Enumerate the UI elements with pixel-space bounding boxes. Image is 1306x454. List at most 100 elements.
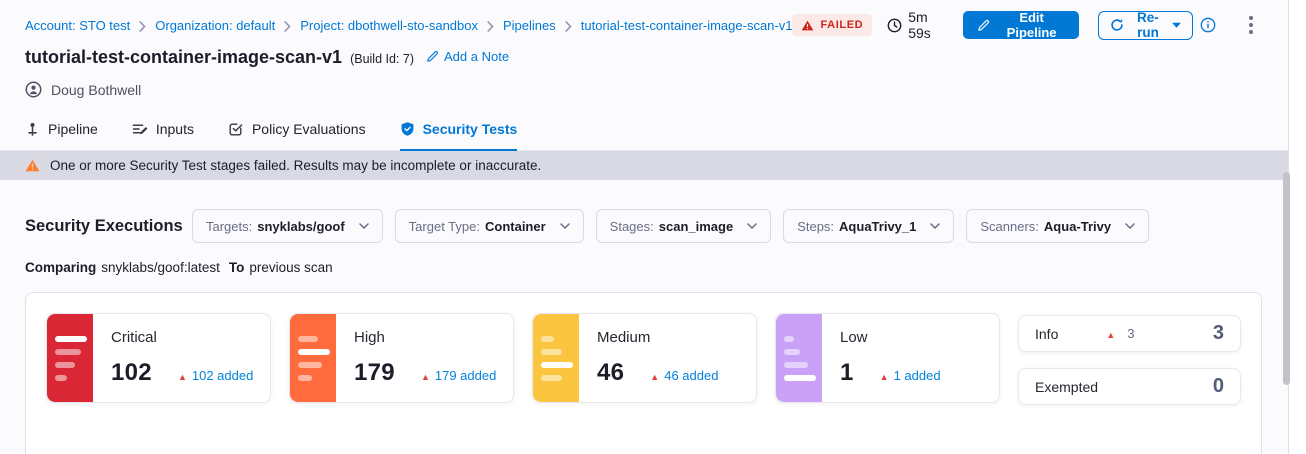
chevron-down-icon (359, 223, 369, 229)
medium-severity-icon (533, 314, 579, 402)
pipeline-icon (25, 122, 40, 137)
breadcrumb-account[interactable]: Account: STO test (25, 18, 130, 33)
high-severity-icon (290, 314, 336, 402)
tab-pipeline[interactable]: Pipeline (25, 121, 98, 150)
severity-count: 102 (111, 359, 152, 387)
comparing-line: Comparing snyklabs/goof:latest To previous … (25, 260, 1288, 275)
stages-filter-dropdown[interactable]: Stages:scan_image (596, 209, 772, 243)
status-badge-label: FAILED (820, 19, 863, 31)
severity-delta: 179 added (435, 368, 496, 383)
chevron-right-icon (487, 20, 494, 31)
chevron-right-icon (565, 20, 572, 31)
scanners-filter-dropdown[interactable]: Scanners: Aqua-Trivy (966, 209, 1149, 243)
clock-icon (887, 18, 902, 33)
chevron-down-icon (560, 223, 570, 229)
breadcrumb-project[interactable]: Project: dbothwell-sto-sandbox (300, 18, 478, 33)
delta-up-icon (650, 368, 659, 383)
top-bar: Account: STO test Organization: default … (0, 0, 1288, 40)
comparing-baseline: previous scan (249, 260, 332, 275)
summary-label: Info (1035, 326, 1058, 342)
summary-delta: 3 (1127, 326, 1134, 341)
filter-bar: Targets: snyklabs/goof Target Type: Contai… (192, 209, 1149, 243)
tab-bar: Pipeline Inputs Policy Evaluations Secur… (0, 121, 1288, 151)
tab-label: Inputs (156, 121, 194, 137)
vertical-scrollbar[interactable] (1283, 172, 1290, 385)
chevron-down-icon (930, 223, 940, 229)
severity-label: High (354, 329, 513, 346)
chevron-right-icon (284, 20, 291, 31)
comparing-label: Comparing (25, 260, 96, 275)
section-heading: Security Executions (25, 217, 192, 236)
edit-pipeline-button[interactable]: Edit Pipeline (963, 11, 1079, 39)
edit-pipeline-label: Edit Pipeline (998, 10, 1065, 40)
low-severity-card[interactable]: Low 1 1 added (775, 313, 1000, 403)
delta-up-icon (178, 368, 187, 383)
filter-label: Targets: (206, 219, 252, 234)
warning-triangle-icon (801, 20, 814, 31)
severity-label: Critical (111, 329, 270, 346)
rerun-button[interactable]: Re-run (1098, 11, 1193, 40)
page-title: tutorial-test-container-image-scan-v1 (25, 47, 342, 68)
duration: 5m 59s (887, 9, 946, 41)
author-row: Doug Bothwell (25, 81, 1288, 98)
to-label: To (229, 260, 245, 275)
high-severity-card[interactable]: High 179 179 added (289, 313, 514, 403)
severity-count: 46 (597, 359, 624, 387)
add-note-label: Add a Note (444, 49, 509, 64)
tab-security-tests[interactable]: Security Tests (400, 121, 518, 150)
refresh-icon (1110, 18, 1124, 32)
filter-value: scan_image (659, 219, 733, 234)
breadcrumb-current-pipeline[interactable]: tutorial-test-container-image-scan-v1 (581, 18, 793, 33)
steps-filter-dropdown[interactable]: Steps: AquaTrivy_1 (783, 209, 954, 243)
tab-inputs[interactable]: Inputs (132, 121, 194, 150)
summary-column: Info 3 3 Exempted 0 (1018, 313, 1241, 454)
exempted-card[interactable]: Exempted 0 (1018, 368, 1241, 405)
targets-filter-dropdown[interactable]: Targets: snyklabs/goof (192, 209, 383, 243)
critical-severity-card[interactable]: Critical 102 102 added (46, 313, 271, 403)
info-circle-icon[interactable] (1200, 17, 1216, 33)
tab-label: Policy Evaluations (252, 121, 366, 137)
rerun-label: Re-run (1131, 10, 1165, 40)
delta-up-icon (880, 368, 889, 383)
severity-label: Medium (597, 329, 756, 346)
delta-up-icon (1106, 326, 1115, 341)
info-card[interactable]: Info 3 3 (1018, 315, 1241, 352)
filter-value: snyklabs/goof (257, 219, 344, 234)
results-summary-panel: Critical 102 102 added High 179 179 adde… (25, 292, 1262, 454)
summary-count: 0 (1213, 375, 1224, 398)
target-type-filter-dropdown[interactable]: Target Type: Container (395, 209, 584, 243)
filter-value: Container (485, 219, 546, 234)
comparing-target: snyklabs/goof:latest (101, 260, 220, 275)
critical-severity-icon (47, 314, 93, 402)
delta-up-icon (421, 368, 430, 383)
low-severity-icon (776, 314, 822, 402)
severity-count: 179 (354, 359, 395, 387)
warning-banner-message: One or more Security Test stages failed.… (50, 158, 541, 173)
severity-delta: 1 added (894, 368, 941, 383)
policy-check-icon (228, 121, 244, 137)
summary-count: 3 (1213, 322, 1224, 345)
page: Account: STO test Organization: default … (0, 0, 1289, 454)
more-options-kebab-icon[interactable] (1246, 13, 1256, 37)
tab-label: Security Tests (423, 121, 518, 137)
status-badge: FAILED (792, 14, 872, 36)
medium-severity-card[interactable]: Medium 46 46 added (532, 313, 757, 403)
build-id: (Build Id: 7) (350, 52, 414, 66)
breadcrumb: Account: STO test Organization: default … (25, 18, 792, 33)
breadcrumb-pipelines[interactable]: Pipelines (503, 18, 556, 33)
caret-down-icon (1172, 22, 1181, 28)
security-executions-row: Security Executions Targets: snyklabs/goo… (25, 209, 1288, 243)
pencil-icon (977, 19, 990, 32)
chevron-down-icon (1125, 223, 1135, 229)
filter-label: Target Type: (409, 219, 480, 234)
add-note-link[interactable]: Add a Note (426, 49, 509, 64)
tab-policy-evaluations[interactable]: Policy Evaluations (228, 121, 366, 150)
severity-delta: 46 added (664, 368, 718, 383)
breadcrumb-organization[interactable]: Organization: default (155, 18, 275, 33)
avatar-person-icon (25, 81, 42, 98)
filter-label: Scanners: (980, 219, 1039, 234)
filter-label: Steps: (797, 219, 834, 234)
filter-value: Aqua-Trivy (1044, 219, 1111, 234)
filter-value: AquaTrivy_1 (839, 219, 916, 234)
severity-label: Low (840, 329, 999, 346)
